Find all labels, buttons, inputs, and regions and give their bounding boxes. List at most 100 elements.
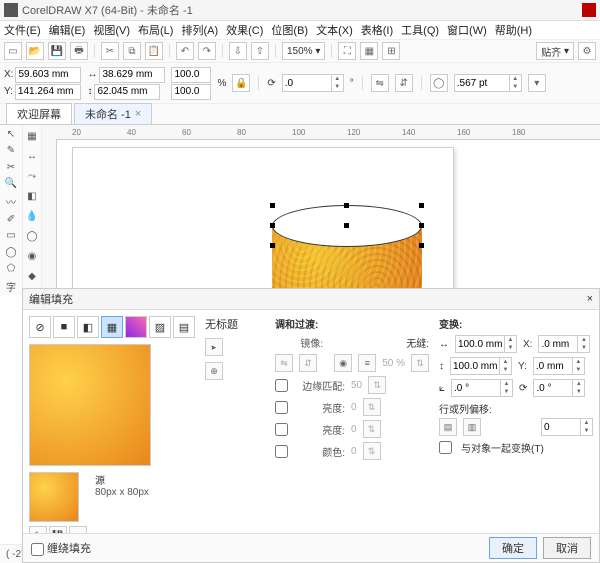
fill-preview[interactable]: [29, 344, 151, 466]
ellipse-tool-icon[interactable]: ◯: [2, 245, 20, 260]
new-icon[interactable]: ▭: [4, 42, 22, 60]
tab-welcome[interactable]: 欢迎屏幕: [6, 103, 72, 124]
fill-tool-icon[interactable]: ◉: [23, 247, 41, 265]
handle[interactable]: [419, 223, 424, 228]
cut-icon[interactable]: ✂: [101, 42, 119, 60]
mirror-h-icon[interactable]: ⇋: [371, 74, 389, 92]
cancel-button[interactable]: 取消: [543, 537, 591, 559]
transform-rotate[interactable]: ▲▼: [533, 379, 585, 397]
handle[interactable]: [419, 203, 424, 208]
open-icon[interactable]: 📂: [26, 42, 44, 60]
polygon-tool-icon[interactable]: ⬠: [2, 262, 20, 277]
col-offset-icon[interactable]: ▥: [463, 418, 481, 436]
source-save-icon[interactable]: 💾: [49, 526, 67, 533]
menu-arrange[interactable]: 排列(A): [181, 22, 218, 38]
handle[interactable]: [270, 243, 275, 248]
brightness2-stepper[interactable]: ⇅: [363, 420, 381, 438]
outline-tool-icon[interactable]: ◯: [23, 227, 41, 245]
texture-fill-icon[interactable]: [125, 316, 147, 338]
outline-width[interactable]: ▲▼: [454, 74, 522, 92]
snap-icon[interactable]: ⊞: [382, 42, 400, 60]
flyout-icon[interactable]: ▸: [205, 338, 223, 356]
postscript-fill-icon[interactable]: ▨: [149, 316, 171, 338]
color-stepper[interactable]: ⇅: [363, 442, 381, 460]
transform-y[interactable]: ▲▼: [533, 357, 585, 375]
offset-value[interactable]: ▲▼: [541, 418, 593, 436]
artistic-tool-icon[interactable]: ✐: [2, 212, 20, 227]
outline-icon[interactable]: ◯: [430, 74, 448, 92]
x-input[interactable]: [15, 67, 81, 83]
zoom-level[interactable]: 150% ▾: [282, 42, 325, 60]
menu-bitmap[interactable]: 位图(B): [271, 22, 308, 38]
brightness2-checkbox[interactable]: [275, 423, 288, 436]
crop-tool-icon[interactable]: ✂: [2, 160, 20, 175]
rotation-input[interactable]: ▲▼: [282, 74, 344, 92]
redo-icon[interactable]: ↷: [198, 42, 216, 60]
no-fill-icon[interactable]: ⊘: [29, 316, 51, 338]
menu-window[interactable]: 窗口(W): [447, 22, 487, 38]
table-tool-icon[interactable]: ▦: [23, 127, 41, 145]
source-more-icon[interactable]: ⋯: [69, 526, 87, 533]
height-input[interactable]: [94, 84, 160, 100]
transform-x[interactable]: ▲▼: [538, 335, 590, 353]
ok-button[interactable]: 确定: [489, 537, 537, 559]
brightness1-checkbox[interactable]: [275, 401, 288, 414]
handle[interactable]: [344, 223, 349, 228]
menu-layout[interactable]: 布局(L): [138, 22, 173, 38]
menu-text[interactable]: 文本(X): [316, 22, 353, 38]
menu-effects[interactable]: 效果(C): [226, 22, 263, 38]
edge-checkbox[interactable]: [275, 379, 288, 392]
solid-fill-icon[interactable]: ■: [53, 316, 75, 338]
mirror-v-icon[interactable]: ⇵: [299, 354, 317, 372]
menu-help[interactable]: 帮助(H): [495, 22, 532, 38]
close-icon[interactable]: ×: [587, 293, 593, 305]
snap-to[interactable]: 贴齐 ▾: [536, 42, 574, 60]
scale-y-input[interactable]: [171, 84, 211, 100]
y-input[interactable]: [15, 84, 81, 100]
chevron-down-icon[interactable]: ▾: [528, 74, 546, 92]
row-offset-icon[interactable]: ▤: [439, 418, 457, 436]
pattern-fill-icon[interactable]: ▦: [101, 316, 123, 338]
shape-tool-icon[interactable]: ✎: [2, 144, 20, 159]
options-icon[interactable]: ⚙: [578, 42, 596, 60]
scale-x-input[interactable]: [171, 67, 211, 83]
canvas[interactable]: 20 40 60 80 100 120 140 160 180: [42, 125, 600, 295]
mirror-h-icon[interactable]: ⇋: [275, 354, 293, 372]
menu-tools[interactable]: 工具(Q): [401, 22, 439, 38]
freehand-tool-icon[interactable]: 〰: [2, 193, 20, 210]
cylinder-object[interactable]: [272, 205, 422, 295]
eyedropper-tool-icon[interactable]: 💧: [23, 207, 41, 225]
bitmap-fill-icon[interactable]: ▤: [173, 316, 195, 338]
transform-width[interactable]: ▲▼: [455, 335, 517, 353]
transform-with-object-checkbox[interactable]: [439, 441, 452, 454]
menu-file[interactable]: 文件(E): [4, 22, 41, 38]
dimension-tool-icon[interactable]: ↔: [23, 147, 41, 165]
transform-skew[interactable]: ▲▼: [451, 379, 513, 397]
transform-height[interactable]: ▲▼: [450, 357, 512, 375]
menu-edit[interactable]: 编辑(E): [49, 22, 86, 38]
copy-icon[interactable]: ⧉: [123, 42, 141, 60]
zoom-tool-icon[interactable]: 🔍: [2, 177, 20, 192]
handle[interactable]: [344, 203, 349, 208]
width-input[interactable]: [99, 67, 165, 83]
winding-checkbox[interactable]: [31, 543, 44, 556]
menu-view[interactable]: 视图(V): [93, 22, 130, 38]
fill-source-preview[interactable]: [29, 472, 79, 522]
interactive-tool-icon[interactable]: ◧: [23, 187, 41, 205]
connector-tool-icon[interactable]: ⤳: [23, 167, 41, 185]
grid-icon[interactable]: ▦: [360, 42, 378, 60]
winding-fill-option[interactable]: 缠绕填充: [31, 540, 91, 556]
rectangle-tool-icon[interactable]: ▭: [2, 229, 20, 244]
fullscreen-icon[interactable]: ⛶: [338, 42, 356, 60]
gradient-fill-icon[interactable]: ◧: [77, 316, 99, 338]
import-icon[interactable]: ⇩: [229, 42, 247, 60]
pick-tool-icon[interactable]: ↖: [2, 127, 20, 142]
add-preset-icon[interactable]: ⊕: [205, 362, 223, 380]
text-tool-icon[interactable]: 字: [2, 278, 20, 295]
undo-icon[interactable]: ↶: [176, 42, 194, 60]
seamless-radial-icon[interactable]: ◉: [334, 354, 352, 372]
handle[interactable]: [270, 223, 275, 228]
paste-icon[interactable]: 📋: [145, 42, 163, 60]
lock-ratio-icon[interactable]: 🔒: [232, 74, 250, 92]
interactive-fill-icon[interactable]: ◆: [23, 267, 41, 285]
